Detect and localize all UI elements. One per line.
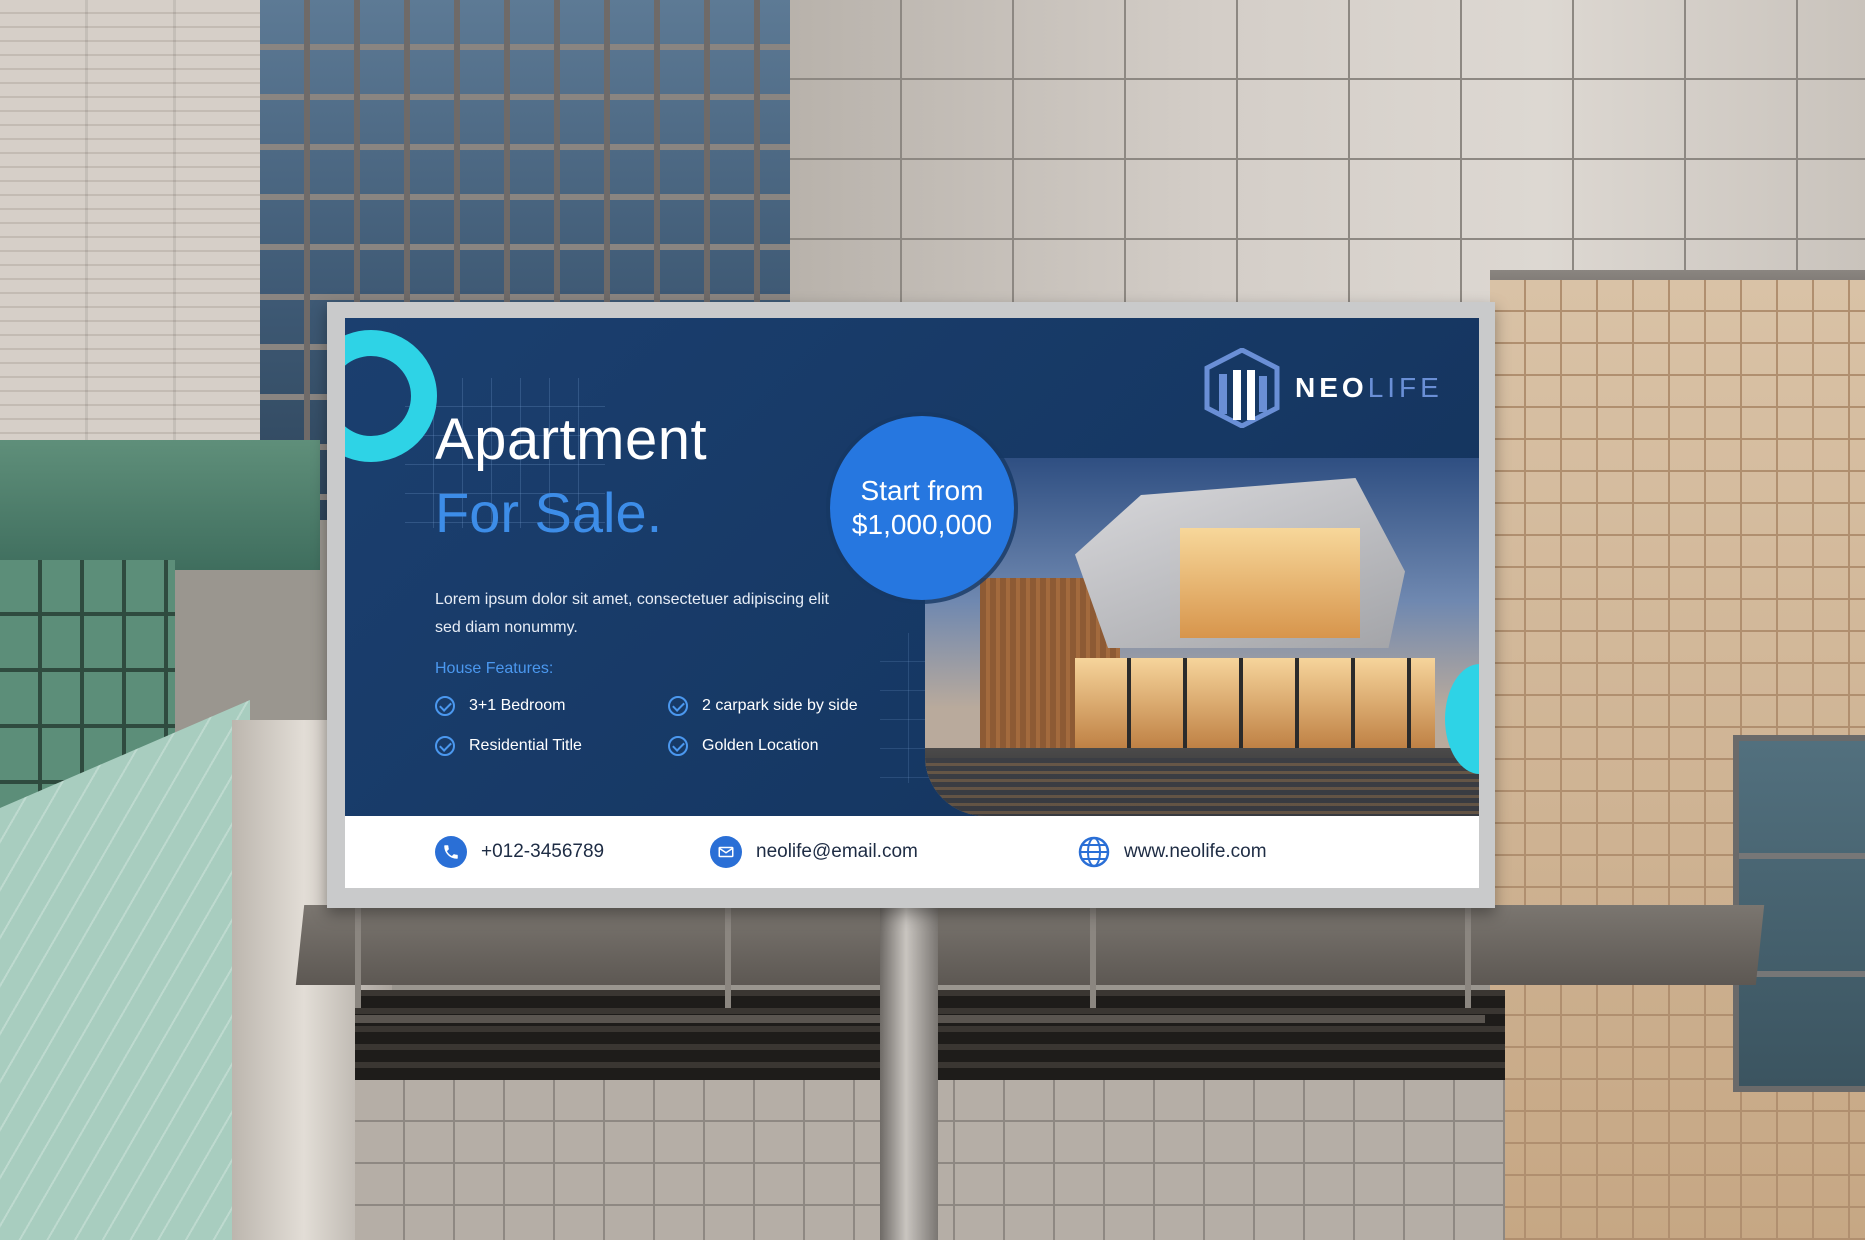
billboard: Apartment For Sale. Lorem ipsum dolor si… bbox=[345, 318, 1479, 888]
phone-icon bbox=[435, 836, 467, 868]
logo-text-neo: NEO bbox=[1295, 372, 1368, 403]
check-icon bbox=[668, 696, 688, 716]
website-url: www.neolife.com bbox=[1124, 841, 1267, 862]
mail-icon bbox=[710, 836, 742, 868]
feature-label: 3+1 Bedroom bbox=[469, 697, 566, 714]
logo-mark-icon bbox=[1204, 348, 1280, 428]
phone-number: +012-3456789 bbox=[481, 841, 605, 862]
feature-label: 2 carpark side by side bbox=[702, 697, 858, 714]
price-value: $1,000,000 bbox=[851, 509, 993, 540]
email-address: neolife@email.com bbox=[756, 841, 918, 862]
feature-item: Residential Title bbox=[435, 736, 582, 756]
contact-phone: +012-3456789 bbox=[435, 816, 604, 888]
contact-email: neolife@email.com bbox=[710, 816, 918, 888]
contact-bar: +012-3456789 neolife@email.com www.neoli… bbox=[345, 816, 1479, 888]
neolife-logo: NEOLIFE bbox=[1203, 348, 1443, 428]
price-label: Start from bbox=[860, 475, 984, 506]
headline-for-sale: For Sale. bbox=[435, 481, 663, 544]
headline-apartment: Apartment bbox=[435, 407, 708, 472]
green-roof bbox=[0, 440, 320, 570]
logo-text-life: LIFE bbox=[1367, 372, 1443, 403]
check-icon bbox=[668, 736, 688, 756]
price-badge: Start from $1,000,000 bbox=[830, 416, 1014, 600]
features-label: House Features: bbox=[435, 660, 554, 677]
feature-label: Residential Title bbox=[469, 737, 582, 754]
feature-item: 2 carpark side by side bbox=[668, 696, 858, 716]
globe-icon bbox=[1078, 836, 1110, 868]
check-icon bbox=[435, 696, 455, 716]
feature-item: 3+1 Bedroom bbox=[435, 696, 566, 716]
feature-label: Golden Location bbox=[702, 737, 819, 754]
feature-item: Golden Location bbox=[668, 736, 819, 756]
description-text: Lorem ipsum dolor sit amet, consectetuer… bbox=[435, 591, 829, 636]
contact-website: www.neolife.com bbox=[1078, 816, 1267, 888]
check-icon bbox=[435, 736, 455, 756]
